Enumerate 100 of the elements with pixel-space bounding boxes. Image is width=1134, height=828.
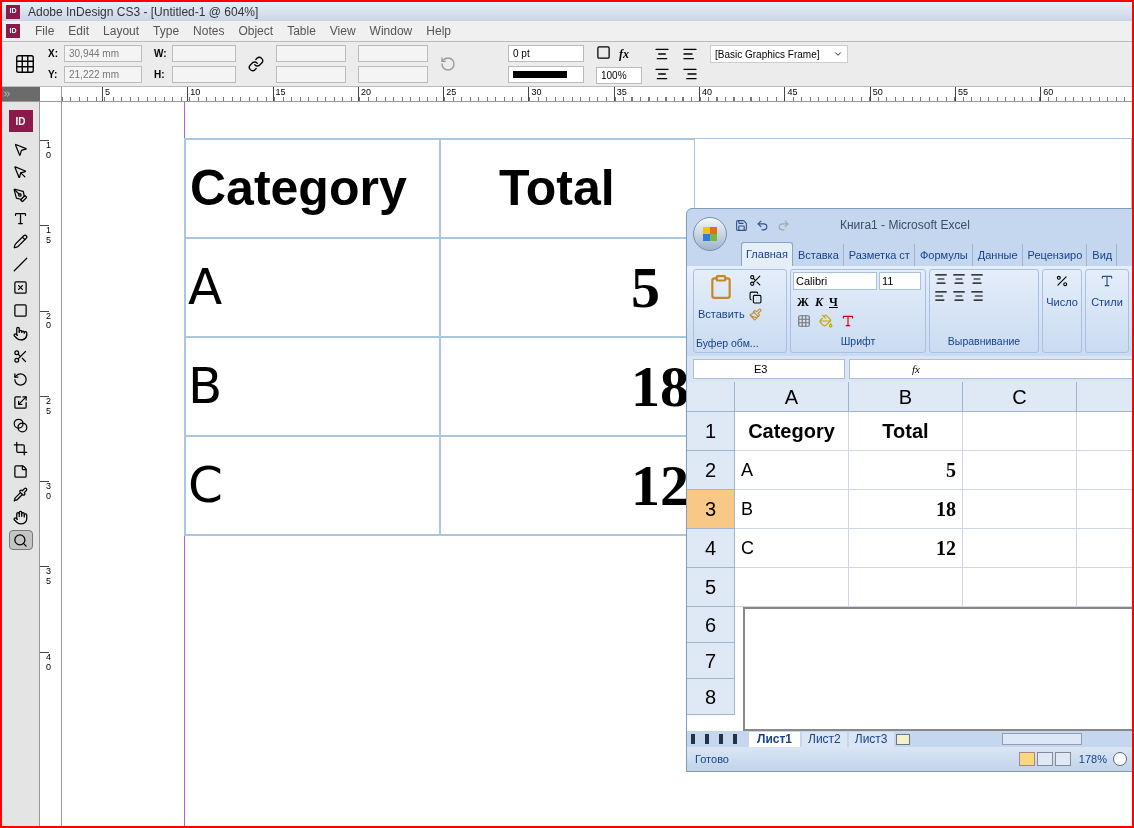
hollow-arrow-icon [13, 164, 28, 180]
column-header[interactable]: A [735, 382, 849, 412]
stroke-weight-field[interactable]: 0 pt [508, 45, 584, 62]
note-icon [13, 463, 28, 479]
zoom-level[interactable]: 178% [1078, 750, 1107, 768]
shear-field[interactable] [358, 66, 428, 83]
name-box[interactable]: E3 [693, 359, 845, 379]
sheet-tab[interactable]: Лист2 [802, 731, 847, 747]
table-header-cell: Category [185, 139, 440, 238]
menu-item[interactable]: Table [280, 22, 323, 40]
ruler-label: 20 [357, 87, 444, 101]
borders-icon[interactable] [797, 314, 811, 328]
chain-icon[interactable] [248, 56, 264, 72]
percent-icon[interactable] [1055, 274, 1069, 288]
ruler-label: 45 [784, 87, 870, 101]
cell: 12 [849, 529, 963, 568]
opacity-field[interactable]: 100% [596, 66, 642, 84]
object-style-dropdown[interactable]: [Basic Graphics Frame] [710, 45, 848, 63]
stroke-type-dropdown[interactable] [508, 66, 584, 83]
group-label: Выравнивание [946, 334, 1022, 350]
sheet-tab[interactable]: Лист3 [848, 731, 894, 747]
number-button[interactable]: Число [1046, 294, 1078, 311]
tool-button[interactable] [8, 530, 33, 550]
ruler-label: 55 [954, 87, 1041, 101]
reference-point-icon[interactable] [14, 53, 36, 75]
caret-icon[interactable] [833, 49, 843, 59]
menu-item[interactable]: Type [146, 22, 187, 40]
menu-item[interactable]: Help [419, 22, 458, 40]
coordinate-field[interactable]: 30,944 mm [64, 45, 142, 62]
text-wrap-icon[interactable] [654, 66, 670, 82]
menu-item[interactable]: View [322, 22, 363, 40]
office-button[interactable] [693, 217, 727, 251]
text-wrap-icon[interactable] [682, 46, 698, 62]
font-dropdown[interactable]: Calibri [793, 272, 877, 290]
ruler-label: 15 [272, 87, 358, 101]
save-icon[interactable] [735, 218, 748, 232]
line-icon [13, 256, 28, 272]
row-header[interactable]: 8 [687, 679, 735, 715]
cell: 5 [849, 451, 963, 490]
bold-button[interactable]: Ж [797, 293, 809, 311]
formula-bar[interactable]: fx [849, 359, 1132, 379]
arrow-icon [13, 141, 28, 157]
row-header[interactable]: 1 [687, 412, 735, 451]
menu-item[interactable]: Window [362, 22, 420, 40]
row-header[interactable]: 6 [687, 607, 735, 643]
crop-icon [13, 440, 28, 456]
scale-field[interactable] [276, 45, 346, 62]
column-header[interactable]: C [963, 382, 1077, 412]
row-header[interactable]: 4 [687, 529, 735, 568]
column-header[interactable]: B [849, 382, 963, 412]
menu-item[interactable]: Notes [186, 22, 232, 40]
ribbon-tab[interactable]: Главная [741, 242, 793, 266]
font-size-dropdown[interactable]: 11 [879, 272, 921, 290]
horizontal-scrollbar[interactable] [1001, 733, 1082, 745]
scale-field[interactable] [276, 66, 346, 83]
text-wrap-icon[interactable] [654, 46, 670, 62]
page-break-icon[interactable] [1054, 752, 1071, 766]
size-field[interactable] [172, 45, 236, 62]
scissors-icon[interactable] [748, 274, 762, 287]
paste-button[interactable]: Вставить [698, 306, 745, 323]
cell: A [735, 451, 849, 490]
app-logo: ID [8, 110, 33, 132]
pointing-hand-icon [13, 325, 28, 341]
effects-icon[interactable]: fx [619, 44, 629, 63]
scale-icon [13, 394, 28, 410]
text-wrap-icon[interactable] [682, 66, 698, 82]
menu-item[interactable]: File [28, 22, 62, 40]
ruler-label: 35 [613, 87, 700, 101]
menu-item[interactable]: Edit [61, 22, 97, 40]
font-color-icon[interactable] [841, 314, 855, 328]
row-header[interactable]: 3 [687, 490, 735, 529]
underline-button[interactable]: Ч [829, 293, 838, 311]
ruler-label: 25 [443, 87, 529, 101]
align-left-icon[interactable] [934, 289, 948, 303]
function-icon[interactable]: fx [912, 360, 920, 378]
field-label: Y: [48, 68, 59, 82]
sheet-tab[interactable]: Лист1 [749, 731, 801, 747]
row-header[interactable]: 5 [687, 568, 735, 607]
row-header[interactable]: 2 [687, 451, 735, 490]
copy-icon[interactable] [748, 291, 762, 304]
angle-field[interactable] [358, 45, 428, 62]
ruler-label: 25 [40, 395, 49, 482]
menu-item[interactable]: Object [231, 22, 281, 40]
ruler-label: 40 [699, 87, 785, 101]
styles-icon[interactable] [1100, 274, 1114, 288]
window-title: Adobe InDesign CS3 - [Untitled-1 @ 604%] [28, 3, 259, 21]
undo-icon[interactable] [756, 218, 769, 232]
page-layout-icon[interactable] [1036, 752, 1053, 766]
align-right-icon[interactable] [970, 289, 984, 303]
ruler-label: 30 [528, 87, 614, 101]
type-icon [13, 210, 28, 226]
italic-button[interactable]: К [814, 293, 823, 311]
styles-button[interactable]: Стили [1091, 294, 1123, 311]
row-header[interactable]: 7 [687, 643, 735, 679]
new-sheet-icon[interactable] [895, 733, 910, 745]
size-field[interactable] [172, 66, 236, 83]
menu-item[interactable]: Layout [96, 22, 147, 40]
coordinate-field[interactable]: 21,222 mm [64, 66, 142, 83]
align-center-icon[interactable] [952, 289, 966, 303]
fill-color-icon[interactable] [819, 314, 833, 328]
